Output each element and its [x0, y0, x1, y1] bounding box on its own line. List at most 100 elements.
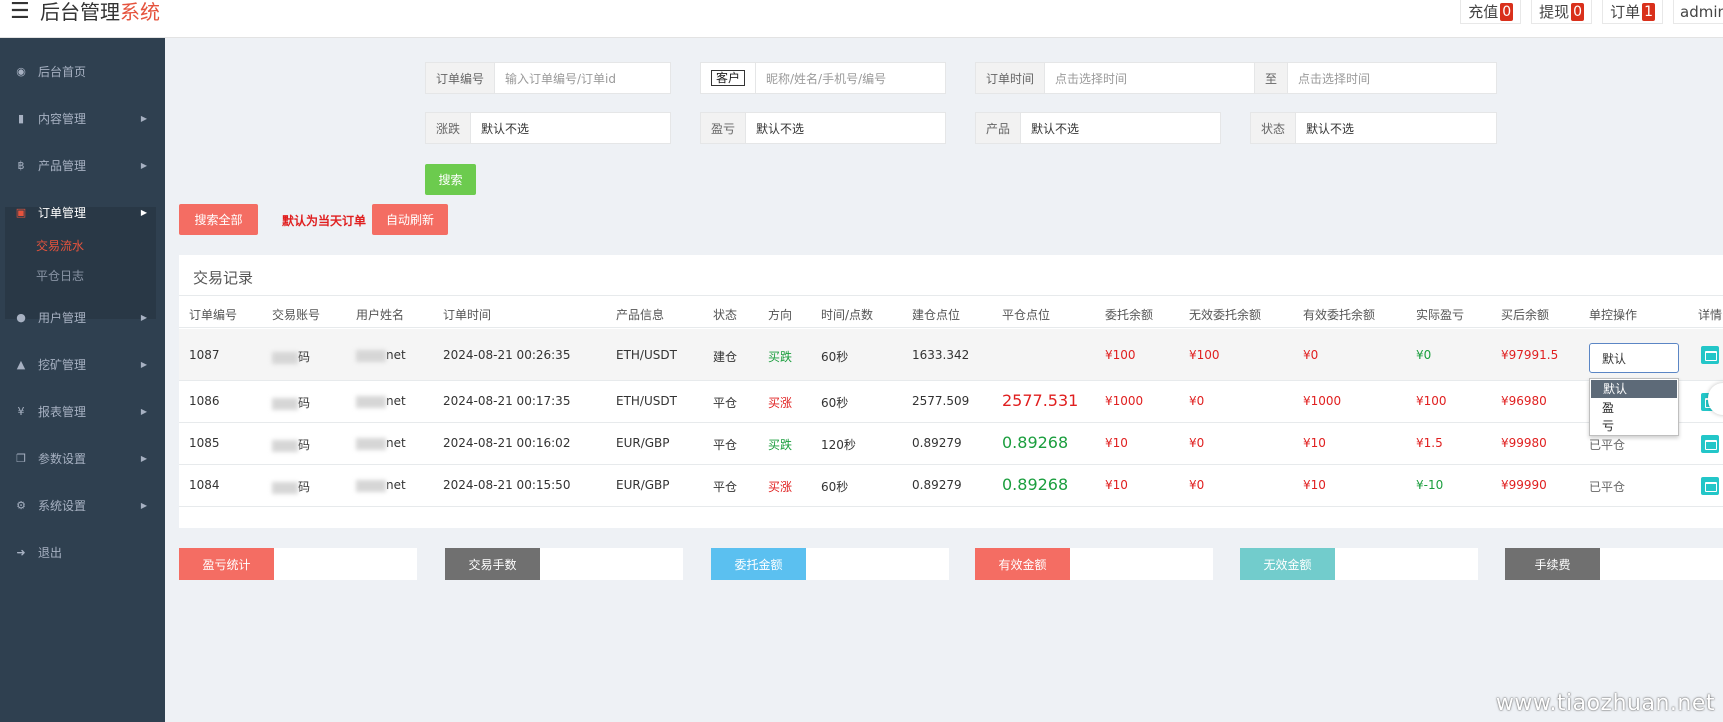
profit-loss-select[interactable]: 默认不选 [746, 113, 945, 143]
dropdown-option-profit[interactable]: 盈 [1590, 399, 1678, 417]
cell-valid-entrust: ¥0 [1303, 348, 1319, 362]
chevron-right-icon: ▶ [140, 406, 147, 416]
cell-control: 已平仓 [1589, 480, 1626, 494]
customer-select[interactable]: 客户 [701, 63, 757, 93]
th-direction: 方向 [768, 308, 793, 322]
chevron-right-icon: ▶ [140, 359, 147, 369]
control-select[interactable]: 默认 [1589, 343, 1679, 373]
cell-status: 平仓 [713, 396, 738, 410]
cell-entrust: ¥1000 [1105, 394, 1144, 408]
search-all-button[interactable]: 搜索全部 [179, 204, 258, 235]
th-product: 产品信息 [616, 308, 665, 322]
th-username: 用户姓名 [356, 308, 405, 322]
cell-account: 码 [272, 348, 310, 365]
recharge-label: 充值 [1468, 2, 1499, 21]
sidebar-subitem-trade-flow[interactable]: 交易流水 [36, 237, 84, 254]
order-time-label: 订单时间 [976, 63, 1046, 93]
cell-close-price: 2577.531 [1002, 391, 1079, 410]
detail-button[interactable] [1701, 477, 1719, 495]
recharge-badge: 0 [1500, 2, 1514, 21]
orders-link[interactable]: 订单 1 [1602, 0, 1663, 24]
sidebar-item-label: 后台首页 [38, 64, 87, 79]
sidebar-item-content[interactable]: ▮ 内容管理 ▶ [0, 103, 165, 133]
dashboard-icon: ◉ [16, 64, 26, 78]
cell-entrust: ¥100 [1105, 348, 1136, 362]
sidebar-item-label: 报表管理 [38, 404, 87, 419]
copy-icon: ❐ [16, 451, 26, 465]
customer-input[interactable]: 昵称/姓名/手机号/编号 [756, 63, 945, 93]
control-dropdown: 默认 盈 亏 [1589, 378, 1679, 436]
sidebar-item-system[interactable]: ⚙ 系统设置 ▶ [0, 490, 165, 520]
detail-button[interactable] [1701, 435, 1719, 453]
withdraw-label: 提现 [1539, 2, 1570, 21]
cell-direction: 买涨 [768, 396, 793, 410]
cell-direction: 买跌 [768, 438, 793, 452]
cell-open-price: 0.89279 [912, 478, 962, 492]
auto-refresh-button[interactable]: 自动刷新 [372, 204, 448, 235]
cell-entrust: ¥10 [1105, 436, 1128, 450]
sidebar-item-params[interactable]: ❐ 参数设置 ▶ [0, 443, 165, 473]
detail-button[interactable] [1701, 346, 1719, 364]
dropdown-option-loss[interactable]: 亏 [1590, 417, 1678, 435]
top-bar: ☰ 后台管理系统 充值0 提现0 订单1 admin2 [0, 0, 1723, 38]
user-icon: ● [16, 310, 26, 324]
sidebar-item-dashboard[interactable]: ◉ 后台首页 [0, 56, 165, 86]
product-select[interactable]: 默认不选 [1021, 113, 1220, 143]
top-right-links: 充值0 提现0 订单1 admin2 [1450, 0, 1723, 24]
withdraw-link[interactable]: 提现 0 [1531, 0, 1593, 24]
cell-status: 建仓 [713, 350, 738, 364]
stat-pnl: 盈亏统计 [179, 548, 417, 580]
account-tail: 码 [298, 438, 311, 452]
admin-username: admin2 [1680, 2, 1723, 21]
th-close-price: 平仓点位 [1002, 308, 1051, 322]
cell-open-price: 0.89279 [912, 436, 962, 450]
cell-status: 平仓 [713, 480, 738, 494]
stat-trade-lots: 交易手数 [445, 548, 683, 580]
cell-close-price: 0.89268 [1002, 433, 1069, 452]
sidebar-item-users[interactable]: ● 用户管理 ▶ [0, 302, 165, 332]
admin-user-menu[interactable]: admin2 [1673, 0, 1723, 24]
yen-icon: ¥ [17, 404, 25, 418]
sidebar-item-orders[interactable]: ▣ 订单管理 ▶ [0, 197, 165, 227]
recharge-link[interactable]: 充值 0 [1460, 0, 1522, 24]
sidebar-item-label: 退出 [38, 545, 63, 560]
cell-valid-entrust: ¥1000 [1303, 394, 1342, 408]
account-tail: 码 [298, 396, 311, 410]
sidebar-item-reports[interactable]: ¥ 报表管理 ▶ [0, 396, 165, 426]
stat-label: 委托金额 [711, 548, 806, 580]
order-time-to-input[interactable]: 点击选择时间 [1288, 63, 1496, 93]
th-balance: 买后余额 [1501, 308, 1550, 322]
stat-entrust-amount: 委托金额 [711, 548, 949, 580]
sidebar-item-products[interactable]: ฿ 产品管理 ▶ [0, 150, 165, 180]
sidebar-item-mining[interactable]: ▲ 挖矿管理 ▶ [0, 349, 165, 379]
th-duration: 时间/点数 [821, 308, 874, 322]
status-filter: 状态 默认不选 [1250, 112, 1497, 144]
cell-direction: 买跌 [768, 350, 793, 364]
dropdown-option-default[interactable]: 默认 [1591, 380, 1677, 398]
watermark: www.tiaozhuan.net [1495, 691, 1715, 716]
order-time-to-filter: 至 点击选择时间 [1254, 62, 1497, 94]
rise-fall-select[interactable]: 默认不选 [471, 113, 670, 143]
order-time-from-input[interactable]: 点击选择时间 [1045, 63, 1254, 93]
search-button[interactable]: 搜索 [425, 164, 476, 195]
withdraw-badge: 0 [1571, 2, 1585, 21]
cell-balance: ¥99990 [1501, 478, 1547, 492]
masked-name [356, 479, 386, 492]
status-select[interactable]: 默认不选 [1296, 113, 1496, 143]
table-row: 1087 码 net 2024-08-21 00:26:35 ETH/USDT … [179, 329, 1723, 381]
cell-pnl: ¥1.5 [1416, 436, 1443, 450]
orders-label: 订单 [1610, 2, 1641, 21]
sidebar-subitem-close-log[interactable]: 平仓日志 [36, 267, 84, 284]
th-pnl: 实际盈亏 [1416, 308, 1465, 322]
cell-duration: 120秒 [821, 438, 856, 452]
hamburger-menu-icon[interactable]: ☰ [10, 0, 30, 24]
cell-balance: ¥97991.5 [1501, 348, 1559, 362]
masked-name [356, 437, 386, 450]
th-valid-entrust: 有效委托余额 [1303, 308, 1376, 322]
th-invalid-entrust: 无效委托余额 [1189, 308, 1262, 322]
sidebar-item-logout[interactable]: ➜ 退出 [0, 537, 165, 567]
cell-open-price: 2577.509 [912, 394, 970, 408]
account-tail: 码 [298, 480, 311, 494]
order-no-input[interactable]: 输入订单编号/订单id [495, 63, 670, 93]
chevron-right-icon: ▶ [140, 113, 147, 123]
